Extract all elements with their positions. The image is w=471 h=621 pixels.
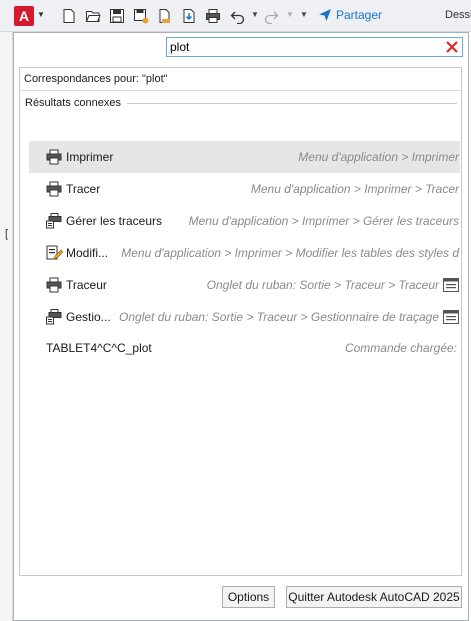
background-text: [ (5, 228, 9, 240)
result-name: Imprimer (66, 150, 114, 164)
matches-heading: Correspondances pour: "plot" (24, 73, 168, 85)
result-item-imprimer[interactable]: Imprimer Menu d'application > Imprimer (29, 141, 460, 173)
open-icon[interactable] (84, 7, 102, 25)
redo-dropdown-icon[interactable]: ▼ (286, 10, 294, 19)
clear-search-icon[interactable] (445, 40, 459, 54)
result-name: Tracer (66, 182, 101, 196)
related-results-label: Résultats connexes (25, 97, 121, 109)
chevron-down-icon[interactable]: ▼ (37, 10, 45, 19)
undo-icon[interactable] (229, 7, 247, 25)
plotter-manager-icon (46, 309, 62, 325)
redo-icon[interactable] (262, 7, 280, 25)
divider (20, 90, 461, 91)
result-item-traceur[interactable]: Traceur Onglet du ruban: Sortie > Traceu… (29, 269, 460, 301)
save-icon[interactable] (108, 7, 126, 25)
plot-icon[interactable] (204, 7, 222, 25)
result-item-gerer-traceurs[interactable]: Gérer les traceurs Menu d'application > … (29, 205, 460, 237)
divider (127, 102, 457, 104)
save-as-icon[interactable] (132, 7, 150, 25)
share-label: Partager (336, 8, 383, 22)
result-item-loaded-command[interactable]: TABLET4^C^C_plot Commande chargée: (29, 332, 460, 364)
result-name: Gérer les traceurs (66, 214, 163, 228)
quit-autocad-button[interactable]: Quitter Autodesk AutoCAD 2025 (286, 586, 462, 608)
result-path: Menu d'application > Imprimer > Gérer le… (188, 214, 459, 228)
result-name: Modifi... (66, 246, 109, 260)
related-results-heading: Résultats connexes (25, 97, 457, 109)
result-path: Menu d'application > Imprimer > Modifier… (121, 246, 459, 260)
save-to-web-icon[interactable] (180, 7, 198, 25)
ribbon-panel-icon (443, 310, 459, 324)
quick-access-toolbar: A ▼ ▼ ▼ ▼ Partager Dessi (0, 0, 471, 32)
result-path: Menu d'application > Imprimer > Tracer (250, 182, 459, 196)
printer-icon (46, 149, 62, 165)
search-results: Correspondances pour: "plot" Résultats c… (19, 67, 462, 576)
result-name: TABLET4^C^C_plot (46, 341, 152, 355)
share-icon (319, 9, 331, 21)
search-input[interactable] (167, 38, 437, 56)
new-icon[interactable] (60, 7, 78, 25)
customize-caret-icon[interactable]: ▼ (300, 10, 308, 19)
result-name: Gestio... (66, 310, 111, 324)
search-box (166, 37, 463, 57)
edit-plot-style-icon (46, 245, 63, 260)
undo-dropdown-icon[interactable]: ▼ (251, 10, 259, 19)
result-path: Menu d'application > Imprimer (298, 150, 459, 164)
printer-icon (46, 181, 62, 197)
ribbon-panel-icon (443, 278, 459, 292)
share-button[interactable]: Partager (318, 8, 382, 22)
result-path: Commande chargée: (344, 341, 457, 355)
open-from-web-icon[interactable] (156, 7, 174, 25)
result-path: Onglet du ruban: Sortie > Traceur > Trac… (206, 278, 439, 292)
window-title: Dessi (445, 9, 471, 21)
application-menu-panel: Correspondances pour: "plot" Résultats c… (13, 32, 469, 621)
result-name: Traceur (66, 278, 107, 292)
options-button[interactable]: Options (222, 586, 275, 608)
background-workspace: [ (0, 32, 13, 621)
result-item-modifier-styles[interactable]: Modifi... Menu d'application > Imprimer … (29, 237, 460, 269)
result-path: Onglet du ruban: Sortie > Traceur > Gest… (119, 310, 439, 324)
application-menu-button[interactable]: A (14, 6, 34, 26)
result-item-tracer[interactable]: Tracer Menu d'application > Imprimer > T… (29, 173, 460, 205)
result-item-gestionnaire-tracage[interactable]: Gestio... Onglet du ruban: Sortie > Trac… (29, 301, 460, 333)
plotter-manager-icon (46, 213, 62, 229)
printer-icon (46, 277, 62, 293)
